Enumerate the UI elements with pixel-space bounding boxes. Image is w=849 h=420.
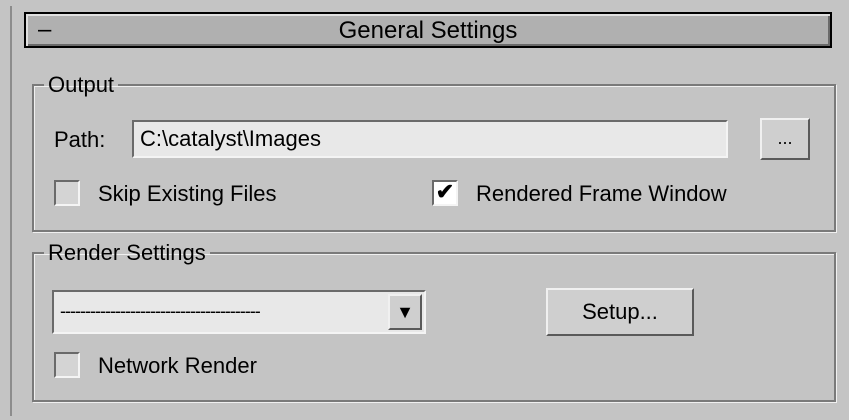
chevron-down-icon[interactable]: ▼ — [388, 294, 422, 330]
setup-button[interactable]: Setup... — [546, 288, 694, 336]
skip-existing-checkbox[interactable] — [54, 180, 80, 206]
network-render-label: Network Render — [98, 353, 257, 378]
browse-button[interactable]: ... — [760, 118, 810, 160]
path-input[interactable]: C:\catalyst\Images — [132, 120, 728, 158]
output-group-label: Output — [48, 72, 115, 97]
render-preset-value: ---------------------------------------- — [60, 302, 261, 320]
render-settings-group-label: Render Settings — [48, 240, 206, 265]
rollout-title: General Settings — [338, 17, 518, 44]
skip-existing-label: Skip Existing Files — [98, 181, 277, 206]
checkmark-icon: ✔ — [435, 179, 455, 204]
path-label: Path: — [54, 127, 106, 152]
rendered-frame-window-checkbox[interactable]: ✔ — [432, 180, 458, 206]
network-render-checkbox[interactable] — [54, 352, 80, 378]
rendered-frame-window-label: Rendered Frame Window — [476, 181, 727, 206]
rollout-titlebar[interactable]: – General Settings — [24, 12, 832, 48]
render-preset-dropdown[interactable]: ----------------------------------------… — [52, 290, 426, 334]
